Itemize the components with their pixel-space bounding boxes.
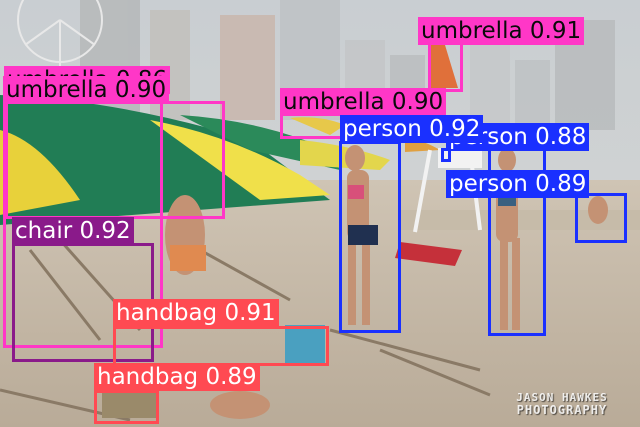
bbox-handbag	[94, 390, 159, 424]
bbox-person	[575, 193, 627, 243]
label-person: person 0.89	[446, 170, 590, 198]
label-umbrella: umbrella 0.91	[418, 17, 585, 45]
label-chair: chair 0.92	[12, 217, 134, 245]
label-person: person 0.92	[340, 115, 484, 143]
bbox-handbag	[113, 326, 329, 366]
label-handbag: handbag 0.91	[113, 299, 279, 327]
label-handbag: handbag 0.89	[94, 363, 260, 391]
bbox-umbrella	[428, 40, 463, 92]
photographer-watermark: JASON HAWKES PHOTOGRAPHY	[492, 391, 632, 417]
label-umbrella: umbrella 0.90	[3, 76, 170, 104]
detection-image: umbrella 0.86 umbrella 0.91 umbrella 0.9…	[0, 0, 640, 427]
bbox-person	[339, 141, 401, 333]
watermark-studio: PHOTOGRAPHY	[516, 403, 608, 417]
label-umbrella: umbrella 0.90	[280, 88, 447, 116]
